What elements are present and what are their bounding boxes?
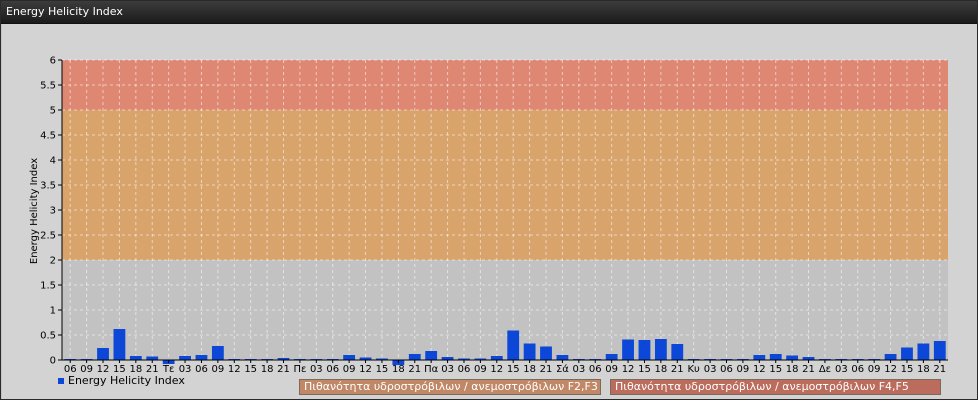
x-tick-label: Πε: [293, 364, 306, 375]
bar: [917, 343, 930, 360]
x-tick-label: 15: [244, 364, 257, 375]
bar: [622, 339, 634, 360]
y-tick-label: 0: [50, 356, 56, 367]
x-tick-label: 21: [933, 364, 946, 375]
bar: [654, 339, 667, 360]
x-tick-label: 06: [326, 364, 339, 375]
y-tick-label: 5.5: [40, 81, 56, 92]
x-tick-label: 09: [212, 364, 225, 375]
x-tick-label: 15: [769, 364, 782, 375]
x-tick-label: 12: [622, 364, 635, 375]
y-tick-label: 2: [50, 256, 56, 267]
x-tick-label: 03: [572, 364, 585, 375]
bar: [343, 355, 356, 360]
x-tick-label: 21: [671, 364, 684, 375]
x-tick-label: Πα: [424, 364, 439, 375]
bar: [179, 356, 191, 360]
bar: [901, 347, 913, 360]
y-tick-label: 0.5: [40, 331, 56, 342]
x-tick-label: 06: [195, 364, 208, 375]
x-tick-label: 12: [228, 364, 241, 375]
bar: [129, 356, 142, 360]
y-tick-label: 4.5: [40, 131, 56, 142]
legend-label: Energy Helicity Index: [68, 374, 185, 387]
x-tick-label: 15: [901, 364, 914, 375]
bar: [490, 356, 503, 360]
bar: [556, 355, 569, 360]
x-tick-label: 03: [310, 364, 323, 375]
x-tick-label: 12: [753, 364, 766, 375]
x-tick-label: 15: [507, 364, 520, 375]
x-tick-label: 18: [261, 364, 274, 375]
x-tick-label: 09: [605, 364, 618, 375]
bar: [933, 341, 946, 360]
bar: [113, 329, 126, 360]
y-tick-label: 3.5: [40, 181, 56, 192]
x-tick-label: 21: [277, 364, 290, 375]
x-tick-label: 18: [786, 364, 799, 375]
x-tick-label: 21: [540, 364, 553, 375]
y-tick-label: 2.5: [40, 231, 56, 242]
x-tick-label: 18: [917, 364, 930, 375]
x-tick-label: 15: [376, 364, 389, 375]
x-tick-label: 03: [441, 364, 454, 375]
bar: [769, 354, 782, 360]
band-label-f2f3: Πιθανότητα υδροστρόβιλων / ανεμοστρόβιλω…: [299, 379, 601, 395]
bar: [425, 351, 438, 360]
x-tick-label: 06: [720, 364, 733, 375]
bar: [605, 354, 618, 360]
bar: [146, 356, 159, 360]
x-tick-label: 18: [523, 364, 536, 375]
bar: [97, 348, 109, 360]
bar: [786, 355, 799, 360]
bar: [638, 340, 651, 360]
x-tick-label: 06: [458, 364, 471, 375]
bar: [408, 354, 421, 360]
bar: [671, 344, 684, 360]
bar: [195, 355, 208, 360]
y-tick-label: 3: [50, 206, 56, 217]
x-tick-label: Κυ: [688, 364, 701, 375]
y-tick-label: 1: [50, 306, 56, 317]
bar: [753, 355, 766, 360]
band-label-f4f5: Πιθανότητα υδροστρόβιλων / ανεμοστρόβιλω…: [610, 379, 941, 395]
bar: [540, 346, 552, 360]
helicity-chart: 00.511.522.533.544.555.5606 09 12 15 18 21 Τε 0…: [29, 56, 948, 375]
x-tick-label: 09: [474, 364, 487, 375]
x-tick-label: 09: [737, 364, 750, 375]
x-tick-label: Δε: [819, 364, 831, 375]
x-tick-label: 21: [408, 364, 421, 375]
x-tick-label: 21: [802, 364, 815, 375]
x-tick-label: 09: [343, 364, 356, 375]
x-tick-label: 12: [359, 364, 372, 375]
x-tick-label: 06: [851, 364, 864, 375]
x-tick-label: Σά: [556, 363, 569, 375]
x-tick-label: 15: [638, 364, 651, 375]
x-tick-label: 06: [589, 364, 602, 375]
bar: [884, 354, 897, 360]
bar: [523, 343, 536, 360]
x-tick-label: 12: [490, 364, 503, 375]
x-tick-label: 18: [392, 364, 405, 375]
y-tick-label: 1.5: [40, 281, 56, 292]
y-tick-label: 6: [50, 56, 56, 67]
x-tick-label: 12: [884, 364, 897, 375]
y-tick-label: 4: [50, 156, 56, 167]
legend-swatch: [58, 378, 64, 384]
y-axis-label: Energy Helicity Index: [29, 158, 40, 264]
x-tick-label: 09: [868, 364, 881, 375]
x-tick-label: 03: [835, 364, 848, 375]
x-tick-label: 18: [655, 364, 668, 375]
y-tick-label: 5: [50, 106, 56, 117]
x-tick-label: 03: [704, 364, 717, 375]
bar: [507, 330, 520, 360]
legend: Energy Helicity Index: [58, 374, 185, 390]
bar: [211, 346, 224, 360]
